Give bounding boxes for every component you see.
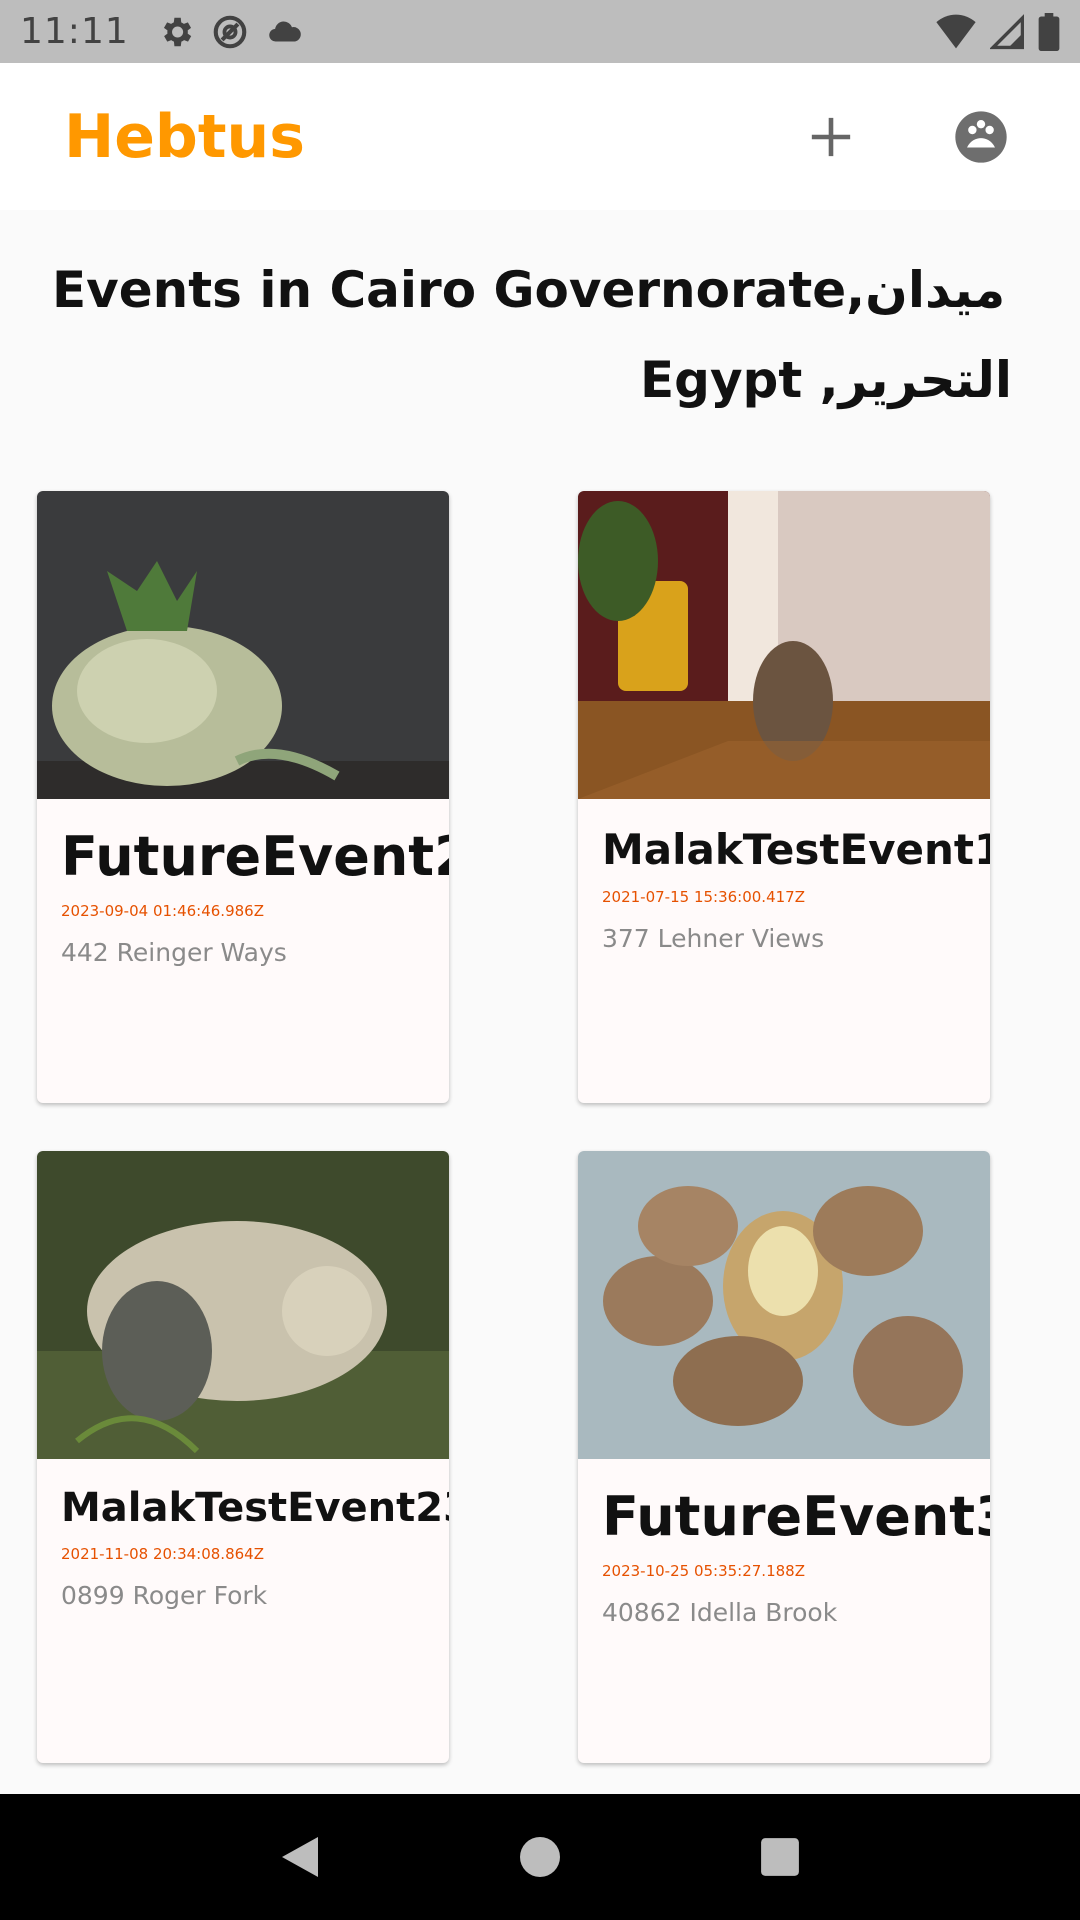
event-date: 2021-11-08 20:34:08.864Z [61, 1545, 264, 1563]
recents-icon [761, 1838, 799, 1876]
event-title: FutureEvent2 [61, 825, 449, 888]
battery-icon [1038, 12, 1060, 51]
event-card[interactable]: MalakTestEvent23 2021-11-08 20:34:08.864… [37, 1151, 449, 1763]
event-address: 0899 Roger Fork [61, 1581, 268, 1610]
back-button[interactable] [255, 1812, 345, 1902]
account-icon [955, 110, 1007, 163]
signal-icon [990, 13, 1024, 49]
cloud-icon [269, 21, 301, 42]
event-card[interactable]: MalakTestEvent11 2021-07-15 15:36:00.417… [578, 491, 990, 1103]
event-card[interactable]: FutureEvent3 2023-10-25 05:35:27.188Z 40… [578, 1151, 990, 1763]
heading-line-1: Events in Cairo Governorate,ميدان [52, 261, 1006, 319]
navigation-bar [0, 1794, 1080, 1920]
home-icon [520, 1837, 560, 1877]
event-title: FutureEvent3 [602, 1485, 990, 1548]
event-title: MalakTestEvent23 [61, 1485, 449, 1531]
event-image-kohlrabi [37, 491, 449, 799]
event-date: 2023-09-04 01:46:46.986Z [61, 902, 264, 920]
status-time: 11:11 [20, 11, 129, 52]
at-sign-icon [213, 15, 247, 48]
status-icons-right [936, 12, 1060, 51]
account-button[interactable] [946, 102, 1016, 172]
status-bar: 11:11 [0, 0, 1080, 63]
event-address: 442 Reinger Ways [61, 938, 287, 967]
event-date: 2021-07-15 15:36:00.417Z [602, 888, 805, 906]
status-icons-left [157, 13, 303, 51]
home-button[interactable] [495, 1812, 585, 1902]
back-icon [282, 1837, 318, 1877]
app-title: Hebtus [64, 101, 305, 172]
add-event-button[interactable] [796, 102, 866, 172]
gear-icon [163, 17, 191, 46]
event-image-cat [578, 491, 990, 799]
event-card[interactable]: FutureEvent2 2023-09-04 01:46:46.986Z 44… [37, 491, 449, 1103]
recents-button[interactable] [735, 1812, 825, 1902]
app-bar: Hebtus [0, 63, 1080, 210]
event-image-snow-leopard [37, 1151, 449, 1459]
event-address: 40862 Idella Brook [602, 1598, 838, 1627]
wifi-icon [936, 14, 976, 48]
add-icon [811, 117, 851, 156]
event-title: MalakTestEvent11 [602, 825, 990, 874]
event-address: 377 Lehner Views [602, 924, 825, 953]
heading-line-2: التحرير, Egypt [640, 351, 1012, 409]
app-actions [796, 102, 1016, 172]
event-image-taro-roots [578, 1151, 990, 1459]
event-date: 2023-10-25 05:35:27.188Z [602, 1562, 805, 1580]
page-heading: Events in Cairo Governorate,ميدان التحري… [52, 245, 1012, 425]
